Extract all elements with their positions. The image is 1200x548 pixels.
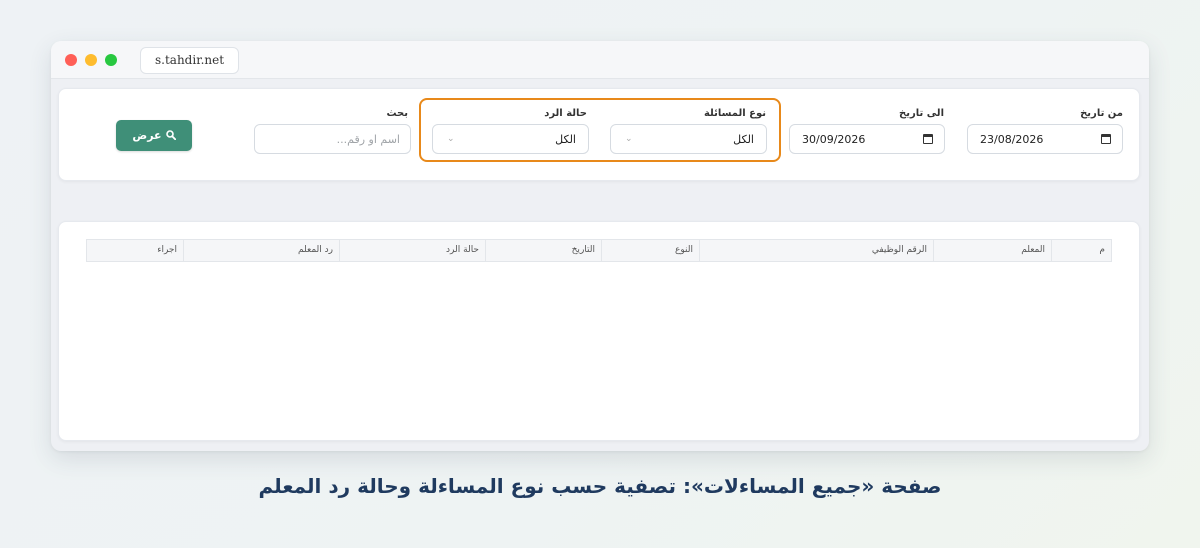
to-date-label: الى تاريخ (898, 108, 944, 119)
chevron-down-icon: ⌄ (447, 134, 455, 144)
column-header-employee-number[interactable]: الرقم الوظيفي (699, 240, 933, 261)
column-header-teacher-reply[interactable]: رد المعلم (183, 240, 339, 261)
maximize-window-button[interactable] (105, 54, 117, 66)
column-header-type[interactable]: النوع (601, 240, 699, 261)
search-input[interactable]: اسم او رقم... (254, 124, 411, 154)
search-placeholder: اسم او رقم... (336, 133, 400, 146)
title-bar: s.tahdir.net (51, 41, 1149, 79)
to-date-input[interactable]: 30/09/2026 (789, 124, 945, 154)
from-date-input[interactable]: 23/08/2026 (967, 124, 1123, 154)
reply-status-value: الكل (555, 133, 576, 146)
show-button[interactable]: عرض (116, 120, 192, 151)
reply-status-label: حالة الرد (544, 108, 587, 119)
table-header: م المعلم الرقم الوظيفي النوع التاريخ حال… (86, 239, 1112, 262)
question-type-select[interactable]: الكل ⌄ (610, 124, 767, 154)
search-label: بحث (386, 108, 408, 119)
chevron-down-icon: ⌄ (625, 134, 633, 144)
filters-panel: من تاريخ 23/08/2026 الى تاريخ 30/09/2026… (58, 88, 1140, 181)
reply-status-select[interactable]: الكل ⌄ (432, 124, 589, 154)
minimize-window-button[interactable] (85, 54, 97, 66)
question-type-label: نوع المسائلة (703, 108, 766, 119)
search-icon (165, 120, 176, 151)
close-window-button[interactable] (65, 54, 77, 66)
to-date-value: 30/09/2026 (802, 133, 866, 146)
column-header-index[interactable]: م (1051, 240, 1111, 261)
column-header-date[interactable]: التاريخ (485, 240, 601, 261)
calendar-icon[interactable] (1101, 134, 1111, 144)
column-header-teacher[interactable]: المعلم (933, 240, 1051, 261)
calendar-icon[interactable] (923, 134, 933, 144)
address-bar[interactable]: s.tahdir.net (140, 47, 240, 74)
from-date-value: 23/08/2026 (980, 133, 1044, 146)
question-type-value: الكل (733, 133, 754, 146)
show-button-label: عرض (132, 129, 162, 142)
column-header-reply-status[interactable]: حالة الرد (339, 240, 485, 261)
from-date-label: من تاريخ (1080, 108, 1123, 119)
page-caption: صفحة «جميع المساءلات»: تصفية حسب نوع الم… (258, 474, 942, 498)
browser-window: s.tahdir.net من تاريخ 23/08/2026 الى تار… (51, 41, 1149, 451)
column-header-action[interactable]: اجراء (87, 240, 183, 261)
results-panel: م المعلم الرقم الوظيفي النوع التاريخ حال… (58, 221, 1140, 441)
